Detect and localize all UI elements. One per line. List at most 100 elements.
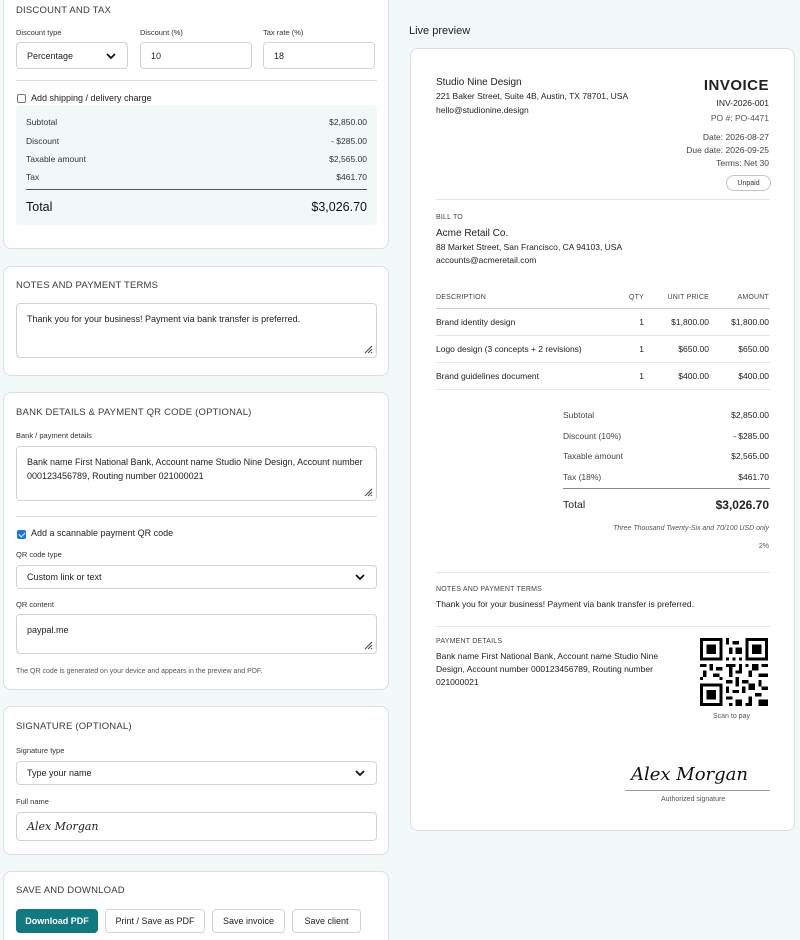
- item-unit-price: $400.00: [678, 371, 709, 381]
- payment-details-label: PAYMENT DETAILS: [436, 638, 503, 645]
- print-save-pdf-button[interactable]: Print / Save as PDF: [105, 909, 205, 933]
- save-client-button[interactable]: Save client: [292, 909, 361, 933]
- item-description: Brand identity design: [436, 317, 516, 327]
- preview-total-value: $3,026.70: [715, 498, 769, 512]
- divider: [436, 626, 770, 627]
- bank-details-textarea[interactable]: Bank name First National Bank, Account n…: [16, 446, 377, 501]
- item-amount: $400.00: [738, 371, 769, 381]
- status-badge: Unpaid: [726, 175, 771, 191]
- signature-card: SIGNATURE (OPTIONAL) Signature type Type…: [3, 706, 389, 855]
- live-preview-label: Live preview: [409, 25, 471, 37]
- chevron-down-icon: [105, 50, 117, 62]
- bill-to-label: BILL TO: [436, 214, 463, 221]
- summary-separator: [26, 189, 367, 190]
- col-description: DESCRIPTION: [436, 294, 487, 301]
- item-amount: $650.00: [738, 344, 769, 354]
- qr-content-textarea[interactable]: paypal.me: [16, 614, 377, 654]
- discount-type-select[interactable]: Percentage: [16, 42, 128, 69]
- tax-rate-label: Tax rate (%): [263, 28, 304, 37]
- qr-type-value: Custom link or text: [27, 572, 102, 582]
- discount-pct-note: 2%: [758, 543, 769, 550]
- preview-discount-label: Discount (10%): [563, 431, 622, 441]
- invoice-preview: Studio Nine Design 221 Baker Street, Sui…: [410, 48, 795, 831]
- item-unit-price: $650.00: [678, 344, 709, 354]
- qr-checkbox[interactable]: [17, 530, 26, 539]
- item-amount: $1,800.00: [731, 317, 769, 327]
- invoice-due-date: Due date: 2026-09-25: [686, 145, 769, 155]
- preview-tax-label: Tax (18%): [563, 472, 602, 482]
- qr-type-select[interactable]: Custom link or text: [16, 565, 377, 589]
- divider: [436, 199, 770, 200]
- item-qty: 1: [639, 344, 644, 354]
- divider: [436, 362, 770, 363]
- divider: [16, 80, 377, 81]
- resize-grip-icon[interactable]: [364, 488, 373, 497]
- invoice-number: INV-2026-001: [716, 98, 769, 108]
- invoice-terms: Terms: Net 30: [716, 158, 769, 168]
- divider: [436, 308, 770, 309]
- signature-type-label: Signature type: [16, 746, 65, 755]
- col-qty: QTY: [629, 294, 644, 301]
- item-qty: 1: [639, 317, 644, 327]
- summary-row-discount: Discount - $285.00: [26, 136, 367, 146]
- qr-content-label: QR content: [16, 600, 54, 609]
- preview-signature: Alex Morgan: [631, 764, 748, 785]
- save-download-title: SAVE AND DOWNLOAD: [16, 885, 125, 896]
- notes-card: NOTES AND PAYMENT TERMS Thank you for yo…: [3, 266, 389, 376]
- client-address: 88 Market Street, San Francisco, CA 9410…: [436, 242, 623, 252]
- divider: [563, 488, 770, 489]
- download-pdf-button[interactable]: Download PDF: [16, 909, 98, 933]
- item-description: Brand guidelines document: [436, 371, 540, 381]
- preview-notes-text: Thank you for your business! Payment via…: [436, 599, 694, 609]
- discount-type-label: Discount type: [16, 28, 62, 37]
- discount-tax-title: DISCOUNT AND TAX: [16, 5, 112, 16]
- invoice-title: INVOICE: [703, 77, 769, 94]
- full-name-label: Full name: [16, 797, 49, 806]
- preview-taxable-label: Taxable amount: [563, 451, 624, 461]
- summary-row-taxable: Taxable amount $2,565.00: [26, 154, 367, 164]
- chevron-down-icon: [354, 767, 366, 779]
- bank-details-label: Bank / payment details: [16, 431, 92, 440]
- summary-row-subtotal: Subtotal $2,850.00: [26, 117, 367, 127]
- divider: [16, 516, 377, 517]
- notes-textarea[interactable]: Thank you for your business! Payment via…: [16, 303, 377, 358]
- full-name-input[interactable]: Alex Morgan: [16, 812, 377, 841]
- summary-row-tax: Tax $461.70: [26, 172, 367, 182]
- col-unit-price: UNIT PRICE: [667, 294, 709, 301]
- client-email: accounts@acmeretail.com: [436, 255, 537, 265]
- discount-pct-label: Discount (%): [140, 28, 183, 37]
- discount-tax-card: DISCOUNT AND TAX Discount type Percentag…: [3, 0, 389, 249]
- resize-grip-icon[interactable]: [364, 345, 373, 354]
- item-unit-price: $1,800.00: [671, 317, 709, 327]
- item-qty: 1: [639, 371, 644, 381]
- signature-line: [625, 790, 770, 791]
- po-number: PO #: PO-4471: [710, 113, 769, 123]
- qr-code-icon: [700, 638, 768, 706]
- divider: [436, 335, 770, 336]
- notes-title: NOTES AND PAYMENT TERMS: [16, 280, 159, 291]
- discount-pct-input[interactable]: 10: [140, 42, 252, 69]
- scan-to-pay-label: Scan to pay: [713, 713, 750, 720]
- divider: [436, 572, 770, 573]
- client-name: Acme Retail Co.: [436, 228, 509, 239]
- preview-taxable-value: $2,565.00: [731, 451, 769, 461]
- authorized-signature-label: Authorized signature: [661, 796, 726, 803]
- preview-subtotal-label: Subtotal: [563, 410, 595, 420]
- from-name: Studio Nine Design: [436, 77, 522, 88]
- full-name-value: Alex Morgan: [27, 820, 99, 833]
- save-invoice-button[interactable]: Save invoice: [212, 909, 285, 933]
- notes-text: Thank you for your business! Payment via…: [27, 314, 301, 324]
- payment-details-text: Bank name First National Bank, Account n…: [436, 651, 659, 687]
- save-download-card: SAVE AND DOWNLOAD Download PDF Print / S…: [3, 871, 389, 940]
- signature-type-select[interactable]: Type your name: [16, 761, 377, 785]
- amount-in-words: Three Thousand Twenty-Six and 70/100 USD…: [613, 525, 769, 532]
- resize-grip-icon[interactable]: [364, 641, 373, 650]
- shipping-checkbox[interactable]: [17, 94, 26, 103]
- shipping-label: Add shipping / delivery charge: [31, 93, 152, 103]
- tax-rate-input[interactable]: 18: [263, 42, 375, 69]
- preview-subtotal-value: $2,850.00: [731, 410, 769, 420]
- item-description: Logo design (3 concepts + 2 revisions): [436, 344, 582, 354]
- bank-qr-card: BANK DETAILS & PAYMENT QR CODE (OPTIONAL…: [3, 392, 389, 690]
- signature-title: SIGNATURE (OPTIONAL): [16, 721, 132, 732]
- bank-details-text: Bank name First National Bank, Account n…: [27, 457, 363, 481]
